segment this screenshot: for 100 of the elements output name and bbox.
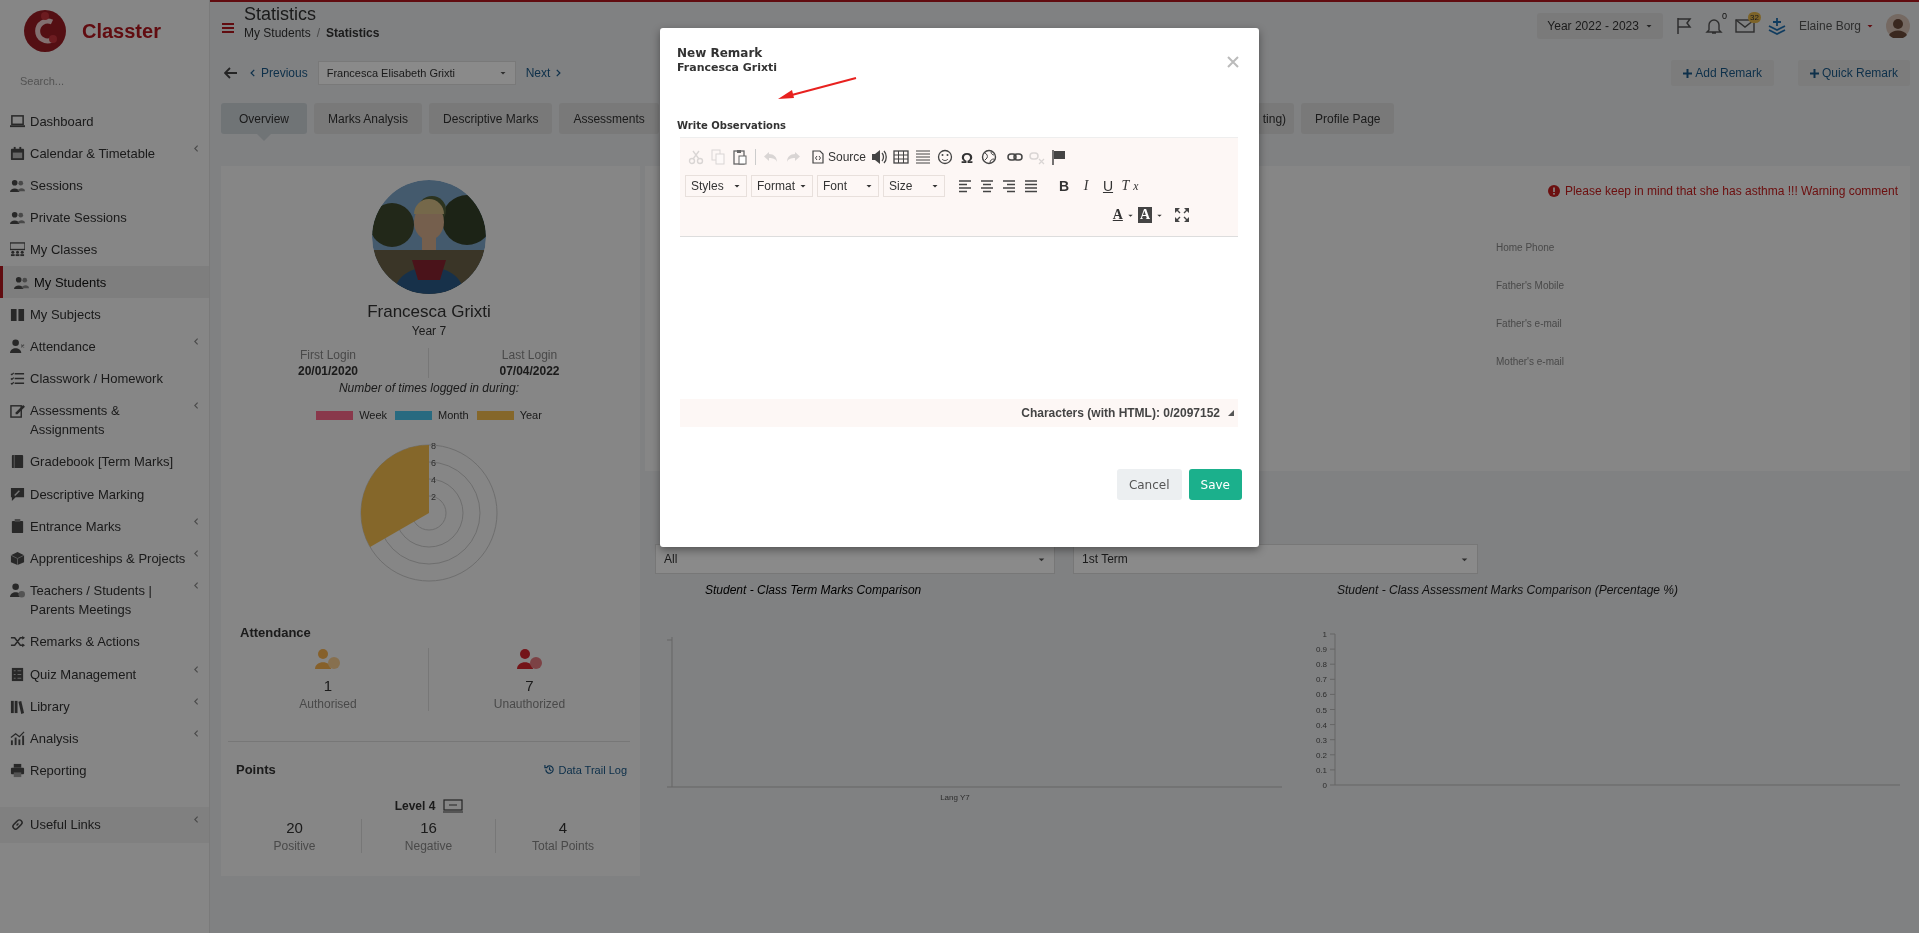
history-icon	[543, 764, 555, 775]
tab[interactable]: Descriptive Marks	[429, 103, 553, 134]
next-link[interactable]: Next	[525, 66, 564, 80]
caret-icon	[498, 69, 507, 77]
axis-tick-label: 0.1	[1315, 765, 1327, 775]
sidebar-item[interactable]: Calendar & Timetable	[0, 137, 209, 170]
sidebar-item[interactable]: Descriptive Marking	[0, 478, 209, 511]
toolbar-dropdown[interactable]: Styles	[685, 175, 747, 197]
points-value: 20	[285, 819, 304, 836]
legend-label: Year	[519, 409, 542, 421]
user-menu[interactable]: Elaine Borg	[1798, 19, 1874, 33]
text-style-button[interactable]: U	[1097, 176, 1119, 196]
link-icon	[10, 817, 25, 833]
books-icon	[10, 698, 25, 714]
legend-label: Month	[438, 409, 469, 421]
copy-icon	[710, 149, 726, 165]
background-color-button[interactable]: A	[1135, 205, 1165, 225]
breadcrumb-link[interactable]: My Students	[244, 26, 311, 40]
people-icon	[10, 210, 25, 226]
scissors-icon	[688, 149, 704, 165]
toolbar-dropdown[interactable]: Font	[817, 175, 879, 197]
special-character-button[interactable]: Ω	[956, 147, 979, 167]
data-trail-link[interactable]: Data Trail Log	[543, 763, 627, 776]
clipboard-icon	[732, 149, 748, 165]
login-label: First Login	[299, 348, 357, 362]
previous-link[interactable]: Previous	[248, 66, 308, 80]
app-name: Classter	[82, 19, 161, 43]
caret-icon	[1644, 22, 1653, 30]
sidebar-item[interactable]: Entrance Marks	[0, 510, 209, 543]
sidebar-item[interactable]: Remarks & Actions	[0, 625, 209, 658]
year-select[interactable]: Year 2022 - 2023	[1537, 13, 1663, 39]
warning-icon	[1547, 185, 1560, 197]
sidebar-item[interactable]: Teachers / Students | Parents Meetings	[0, 574, 209, 626]
sidebar-item[interactable]: Gradebook [Term Marks]	[0, 445, 209, 479]
people-icon	[14, 274, 29, 290]
smiley-icon	[937, 149, 954, 165]
axis-tick-label: 0.9	[1315, 645, 1327, 655]
student-year: Year 7	[410, 324, 448, 338]
text-color-button[interactable]: A	[1110, 205, 1136, 225]
student-select[interactable]: Francesca Elisabeth Grixti	[317, 61, 516, 85]
sidebar-item[interactable]: Assessments & Assignments	[0, 394, 209, 446]
resize-grip-icon	[1228, 410, 1234, 416]
text-style-button[interactable]: I	[1075, 176, 1097, 196]
toolbar-dropdown[interactable]: Format	[751, 175, 813, 197]
sidebar-item[interactable]: Attendance	[0, 330, 209, 363]
sidebar-item[interactable]: Classwork / Homework	[0, 362, 209, 395]
chart-title: Student - Class Assessment Marks Comparison (Percentage %)	[1337, 583, 1678, 597]
logo-icon	[22, 8, 68, 54]
chevron-icon	[192, 815, 201, 825]
cancel-button[interactable]: Cancel	[1116, 469, 1182, 500]
sidebar-item[interactable]: Analysis	[0, 722, 209, 755]
action-button[interactable]: Add Remark	[1671, 60, 1774, 86]
globe-icon	[981, 149, 998, 165]
justify-icon	[1024, 178, 1040, 194]
sidebar-item[interactable]: Quiz Management	[0, 658, 209, 691]
sidebar-item[interactable]: Sessions	[0, 169, 209, 202]
sidebar-item[interactable]: Private Sessions	[0, 201, 209, 234]
axis-tick-label: Lang Y7	[940, 793, 970, 802]
bell-icon[interactable]	[1704, 17, 1723, 35]
save-button[interactable]: Save	[1188, 469, 1242, 500]
tab[interactable]: Assessments	[559, 103, 659, 134]
flag-icon	[1674, 17, 1693, 35]
toolbar-dropdown[interactable]: Size	[883, 175, 945, 197]
calendar-icon	[10, 145, 25, 161]
tab[interactable]: Marks Analysis	[314, 103, 423, 134]
sidebar-item[interactable]: My Classes	[0, 233, 209, 266]
flag-icon	[1051, 149, 1068, 165]
tab[interactable]: Overview	[221, 103, 307, 134]
sidebar-item[interactable]: Useful Links	[0, 808, 209, 841]
axis-tick-label: 0.4	[1315, 720, 1327, 730]
source-button[interactable]: Source	[810, 147, 869, 167]
sidebar-item[interactable]: Reporting	[0, 754, 209, 787]
action-button[interactable]: Quick Remark	[1798, 60, 1910, 86]
warning-message: Please keep in mind that she has asthma !!! Warning comment	[1564, 184, 1898, 198]
tab[interactable]: Profile Page	[1301, 103, 1395, 134]
dialog-title: New Remark	[677, 46, 764, 60]
notebook-icon	[10, 454, 25, 470]
sidebar-item[interactable]: My Subjects	[0, 298, 209, 331]
text-style-button[interactable]: B	[1053, 176, 1075, 196]
attendance-label: Unauthorized	[492, 697, 567, 711]
chevron-icon	[192, 516, 201, 526]
sidebar-item[interactable]: Dashboard	[0, 105, 209, 138]
axis-tick-label: 2	[431, 492, 436, 502]
caret-icon	[733, 182, 741, 190]
notification-count: 0	[1720, 11, 1728, 22]
axis-tick-label: 8	[431, 441, 436, 451]
sidebar-item[interactable]: Apprenticeships & Projects	[0, 542, 209, 575]
student-name: Francesca Grixti	[366, 302, 492, 322]
envelope-icon[interactable]	[1734, 18, 1755, 34]
lines-icon	[915, 149, 932, 165]
axis-tick-label: 4	[431, 475, 436, 485]
caret-icon	[865, 182, 873, 190]
filter-select[interactable]: 1st Term	[1073, 544, 1478, 574]
plus-icon	[1683, 68, 1693, 78]
chevron-icon	[192, 336, 201, 346]
back-arrow-icon	[224, 67, 238, 79]
axis-tick-label: 0.8	[1315, 660, 1327, 670]
breadcrumb-current: Statistics	[326, 26, 380, 40]
sidebar-item[interactable]: My Students	[0, 265, 209, 299]
sidebar-item[interactable]: Library	[0, 690, 209, 723]
